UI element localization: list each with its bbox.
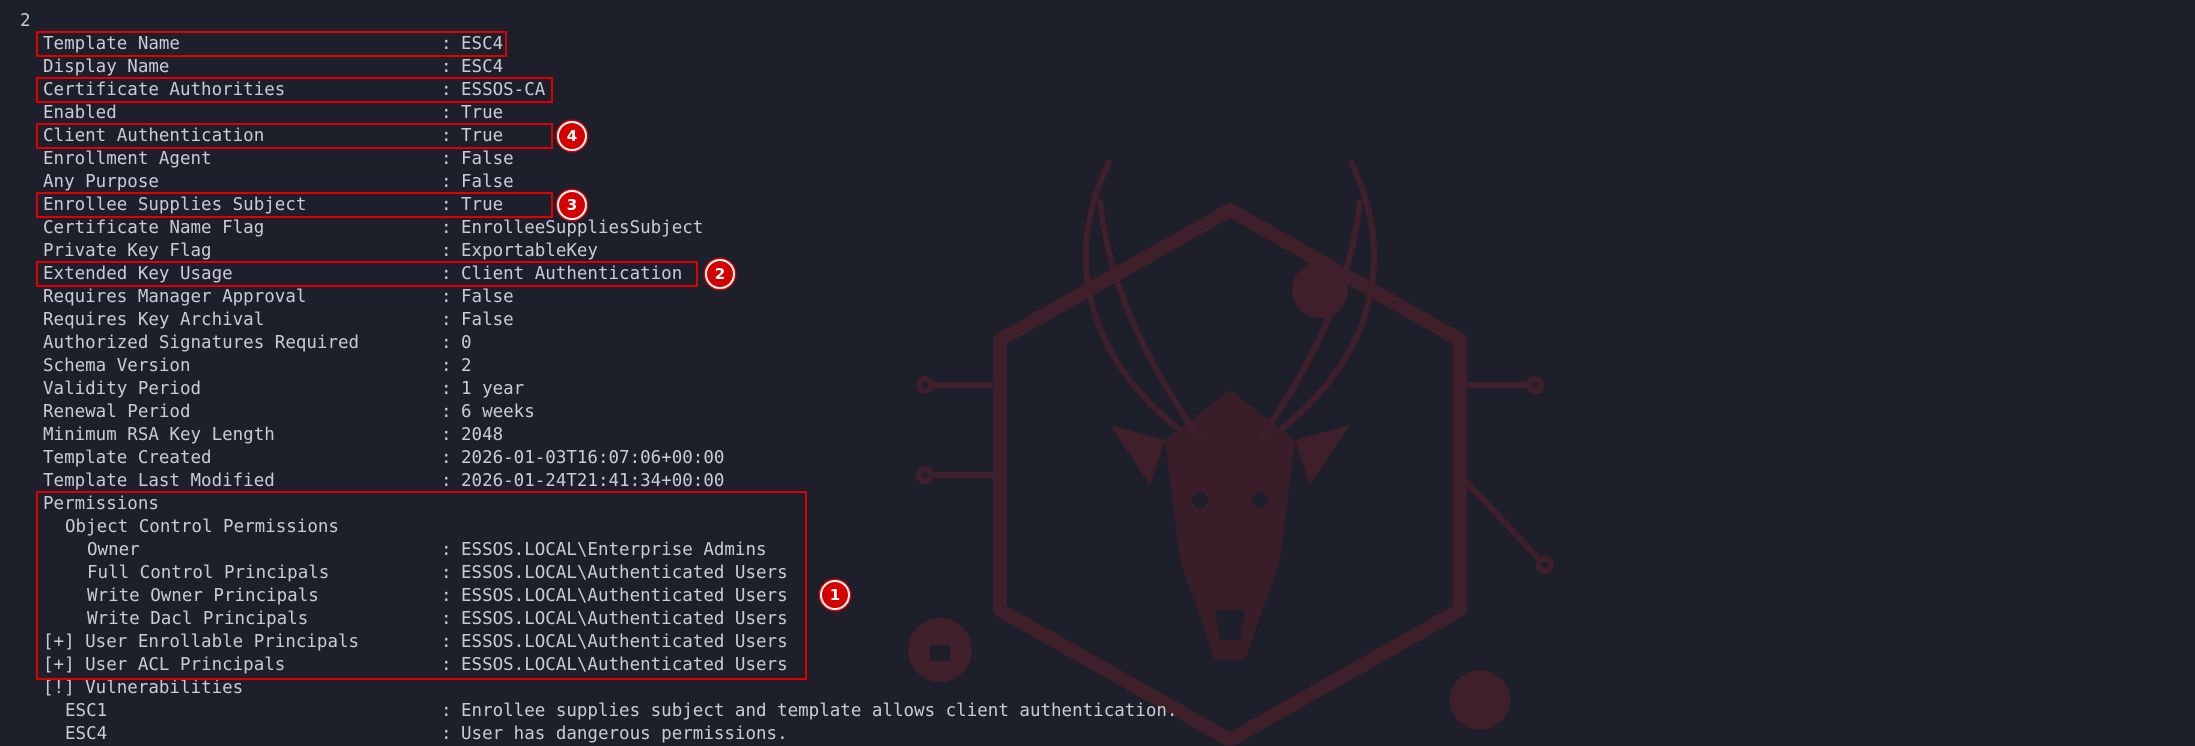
property-value: False	[461, 310, 514, 330]
property-key: Requires Key Archival	[43, 310, 265, 330]
annotation-badge: 1	[820, 580, 850, 610]
property-row: Display Name: ESC4	[0, 56, 2195, 79]
property-row: Any Purpose: False	[0, 171, 2195, 194]
annotation-badge: 2	[705, 259, 735, 289]
property-key: Any Purpose	[43, 172, 159, 192]
highlight-enrollee-supplies-subject	[36, 192, 553, 218]
property-key: Authorized Signatures Required	[43, 333, 360, 353]
property-key: Schema Version	[43, 356, 191, 376]
property-separator: :	[441, 701, 452, 721]
highlight-permissions	[36, 491, 807, 680]
property-separator: :	[441, 287, 452, 307]
property-row: Requires Manager Approval: False	[0, 286, 2195, 309]
property-separator: :	[441, 356, 452, 376]
property-value: 2	[461, 356, 472, 376]
property-separator: :	[441, 149, 452, 169]
annotation-badge: 4	[557, 121, 587, 151]
property-row: Enrollment Agent: False	[0, 148, 2195, 171]
property-row: Requires Key Archival: False	[0, 309, 2195, 332]
property-value: 2048	[461, 425, 504, 445]
property-row: [!] Vulnerabilities	[0, 677, 2195, 700]
property-value: 2026-01-03T16:07:06+00:00	[461, 448, 725, 468]
annotation-badge: 3	[557, 190, 587, 220]
property-separator: :	[441, 402, 452, 422]
property-value: ESC4	[461, 57, 504, 77]
highlight-template-name	[36, 31, 507, 57]
property-value: EnrolleeSuppliesSubject	[461, 218, 704, 238]
property-key: Display Name	[43, 57, 170, 77]
property-key: Requires Manager Approval	[43, 287, 307, 307]
property-value: 2026-01-24T21:41:34+00:00	[461, 471, 725, 491]
highlight-extended-key-usage	[36, 261, 698, 287]
property-separator: :	[441, 218, 452, 238]
property-separator: :	[441, 172, 452, 192]
property-key: Private Key Flag	[43, 241, 212, 261]
property-separator: :	[441, 241, 452, 261]
property-row: Renewal Period:6 weeks	[0, 401, 2195, 424]
property-value: 1 year	[461, 379, 525, 399]
property-row: Minimum RSA Key Length:2048	[0, 424, 2195, 447]
property-key: Enrollment Agent	[43, 149, 212, 169]
property-key: Enabled	[43, 103, 117, 123]
highlight-certificate-authorities	[36, 77, 553, 103]
property-separator: :	[441, 379, 452, 399]
property-key: Renewal Period	[43, 402, 191, 422]
property-separator: :	[441, 425, 452, 445]
property-row: Authorized Signatures Required:0	[0, 332, 2195, 355]
property-value: ExportableKey	[461, 241, 598, 261]
property-row: Validity Period:1 year	[0, 378, 2195, 401]
property-row: ESC4: User has dangerous permissions.	[0, 723, 2195, 746]
property-key: [!] Vulnerabilities	[43, 678, 244, 698]
property-value: 6 weeks	[461, 402, 535, 422]
property-row: Schema Version:2	[0, 355, 2195, 378]
property-value: User has dangerous permissions.	[461, 724, 788, 744]
property-key: Certificate Name Flag	[43, 218, 265, 238]
property-row: Template Created:2026-01-03T16:07:06+00:…	[0, 447, 2195, 470]
property-separator: :	[441, 448, 452, 468]
property-separator: :	[441, 333, 452, 353]
property-value: False	[461, 287, 514, 307]
property-row: ESC1: Enrollee supplies subject and templ…	[0, 700, 2195, 723]
property-row: Enabled: True	[0, 102, 2195, 125]
property-row: Template Last Modified:2026-01-24T21:41:…	[0, 470, 2195, 493]
property-row: Private Key Flag: ExportableKey	[0, 240, 2195, 263]
property-separator: :	[441, 57, 452, 77]
terminal-window: 2 Template Name: ESC4 Display Name: ESC4 Cer…	[0, 0, 2195, 745]
property-value: 0	[461, 333, 472, 353]
property-value: Enrollee supplies subject and template a…	[461, 701, 1178, 721]
property-key: Template Last Modified	[43, 471, 275, 491]
highlight-client-authentication	[36, 123, 553, 149]
property-separator: :	[441, 103, 452, 123]
property-value: False	[461, 149, 514, 169]
property-key: Validity Period	[43, 379, 202, 399]
property-separator: :	[441, 724, 452, 744]
property-key: Minimum RSA Key Length	[43, 425, 275, 445]
property-separator: :	[441, 310, 452, 330]
prompt-number: 2	[20, 11, 31, 31]
property-key: ESC4	[65, 724, 108, 744]
property-value: False	[461, 172, 514, 192]
property-value: True	[461, 103, 504, 123]
property-row: Certificate Name Flag: EnrolleeSuppliesSu…	[0, 217, 2195, 240]
property-key: Template Created	[43, 448, 212, 468]
property-key: ESC1	[65, 701, 108, 721]
property-separator: :	[441, 471, 452, 491]
